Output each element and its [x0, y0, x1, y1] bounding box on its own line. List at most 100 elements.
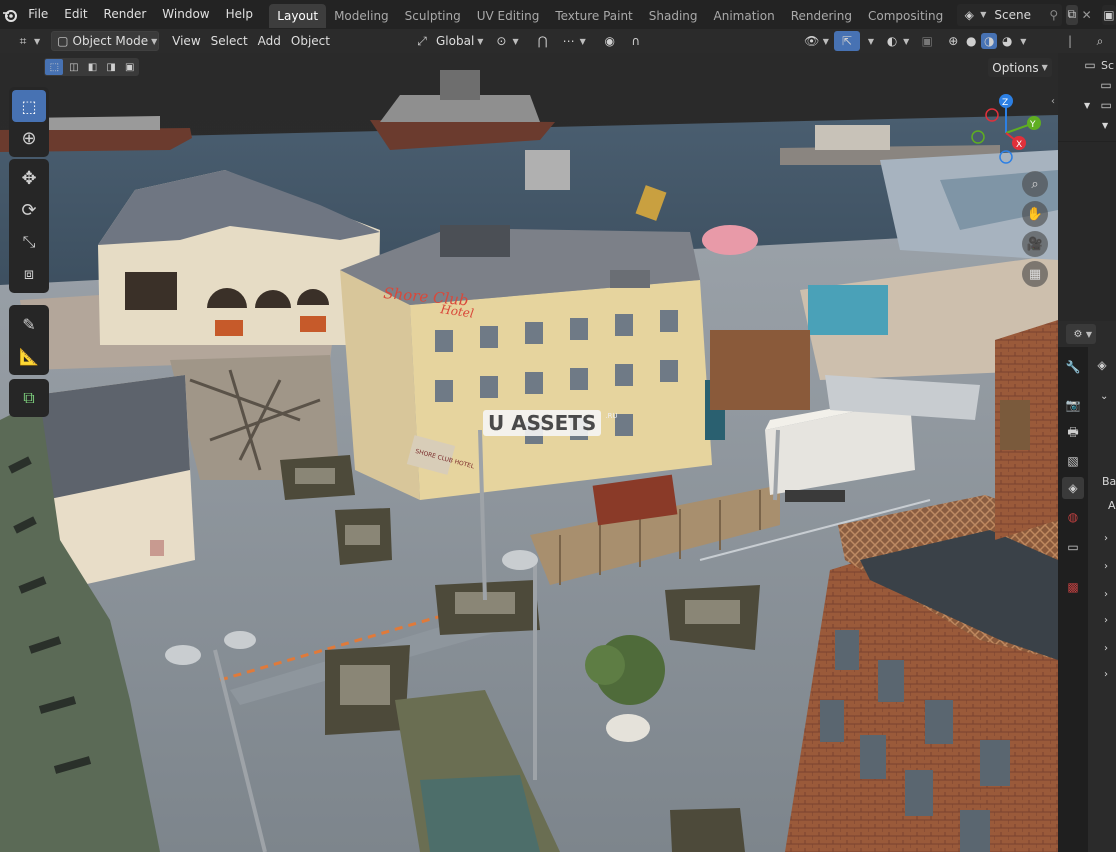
render-tab-icon[interactable]: 📷 — [1065, 397, 1081, 413]
3d-viewport[interactable]: Shore Club Hotel SHORE CLUB HOTEL U ASSE… — [0, 53, 1058, 852]
xray-toggle[interactable]: ▣ — [914, 31, 940, 51]
tab-sculpting[interactable]: Sculpting — [397, 4, 469, 28]
scene-tab-icon[interactable]: ◈ — [1062, 477, 1084, 499]
snap-target-button[interactable]: ⋯ ▼ — [556, 31, 591, 51]
snap-toggle[interactable]: ⋂ — [530, 31, 556, 51]
output-tab-icon[interactable]: 🖶 — [1065, 425, 1081, 441]
select-box-icon: ⬚ — [21, 96, 37, 116]
world-tab-icon[interactable]: ◍ — [1065, 509, 1081, 525]
expand-arrow-icon[interactable]: ▼ — [1084, 101, 1090, 110]
collection-tab-icon[interactable]: ▭ — [1065, 539, 1081, 555]
proportional-edit-toggle[interactable]: ◉ — [597, 31, 623, 51]
search-icon[interactable]: ⌕ — [1092, 33, 1108, 49]
cursor-tool[interactable]: ⊕ — [12, 122, 46, 154]
blender-logo-icon[interactable] — [0, 0, 20, 29]
falloff-button[interactable]: ∩ — [623, 31, 649, 51]
props-text-a: A — [1108, 499, 1116, 512]
pin-icon[interactable]: ⚲ — [1046, 7, 1062, 23]
tool-settings-tab-icon[interactable]: 🔧 — [1065, 359, 1081, 375]
chevron-down-icon: ▼ — [867, 36, 875, 46]
wireframe-shading-icon[interactable]: ⊕ — [945, 33, 961, 49]
outliner-row-scene[interactable]: ▭ Sc — [1082, 57, 1114, 73]
menu-view[interactable]: View — [167, 31, 205, 51]
transform-orientation-selector[interactable]: ⤢ Global ▼ — [409, 31, 488, 51]
options-button[interactable]: Options ▼ — [988, 58, 1052, 77]
sidebar-toggle-icon[interactable]: ‹ — [1045, 93, 1058, 109]
tab-layout[interactable]: Layout — [269, 3, 327, 28]
snap-increment-icon: ⋯ — [562, 34, 575, 48]
select-subtract-icon[interactable]: ◧ — [84, 59, 100, 75]
menu-window[interactable]: Window — [154, 0, 217, 29]
tab-shading[interactable]: Shading — [641, 4, 706, 28]
tab-compositing[interactable]: Compositing — [860, 4, 951, 28]
gizmo-neg-x[interactable] — [985, 108, 999, 122]
zoom-icon[interactable]: ⌕ — [1022, 171, 1048, 197]
select-invert-icon[interactable]: ◨ — [103, 59, 119, 75]
tab-rendering[interactable]: Rendering — [783, 4, 860, 28]
panel-collapse-icon[interactable]: › — [1104, 533, 1108, 544]
visibility-button[interactable]: 👁 ▼ — [799, 31, 834, 51]
rotate-tool[interactable]: ⟳ — [12, 194, 46, 226]
tab-animation[interactable]: Animation — [706, 4, 783, 28]
outliner-filter-icon[interactable]: | — [1062, 33, 1078, 49]
panel-collapse-icon[interactable]: › — [1104, 643, 1108, 654]
gizmo-options[interactable]: ▼ — [860, 31, 879, 51]
outliner-row-3[interactable]: ▼ ▭ — [1084, 97, 1114, 113]
outliner-row-2[interactable]: ▭ — [1098, 77, 1114, 93]
transform-tool[interactable]: ⧈ — [12, 258, 46, 290]
overlay-toggle[interactable]: ◐ ▼ — [879, 31, 914, 51]
view-layer-icon[interactable]: ▣ — [1101, 4, 1116, 25]
measure-tool[interactable]: 📐 — [12, 340, 46, 372]
pivot-point-button[interactable]: ⊙ ▼ — [488, 31, 523, 51]
properties-header: ⚙ ▼ — [1058, 321, 1116, 347]
scene-selector[interactable]: ◈ ▼ Scene ⚲ — [957, 3, 1062, 26]
select-new-icon[interactable]: ⬚ — [45, 59, 64, 75]
panel-expand-icon[interactable]: ⌄ — [1100, 391, 1108, 402]
new-scene-icon[interactable]: ⧉ — [1065, 4, 1078, 25]
chevron-down-icon: ▼ — [512, 36, 519, 46]
editor-type-button[interactable]: ⌗ ▼ — [10, 31, 45, 51]
menu-select[interactable]: Select — [206, 31, 253, 51]
material-shading-icon[interactable]: ◑ — [981, 33, 998, 49]
shading-modes[interactable]: ⊕ ● ◑ ◕ ▼ — [940, 31, 1031, 51]
select-intersect-icon[interactable]: ▣ — [122, 59, 138, 75]
gizmo-neg-z[interactable] — [999, 150, 1013, 164]
panel-collapse-icon[interactable]: › — [1104, 589, 1108, 600]
select-box-tool[interactable]: ⬚ — [12, 90, 46, 122]
panel-collapse-icon[interactable]: › — [1104, 615, 1108, 626]
add-cube-tool[interactable]: ⧉ — [12, 382, 46, 414]
outliner-row-4[interactable]: ▼ — [1102, 117, 1108, 131]
tab-texture-paint[interactable]: Texture Paint — [547, 4, 640, 28]
perspective-grid-icon[interactable]: ▦ — [1022, 261, 1048, 287]
chevron-down-icon: ▼ — [903, 36, 910, 46]
select-extend-icon[interactable]: ◫ — [66, 59, 82, 75]
menu-render[interactable]: Render — [96, 0, 155, 29]
menu-object[interactable]: Object — [286, 31, 335, 51]
view-layer-tab-icon[interactable]: ▧ — [1065, 453, 1081, 469]
gizmo-toggle[interactable]: ⇱ — [833, 31, 860, 51]
panel-collapse-icon[interactable]: › — [1104, 561, 1108, 572]
menu-file[interactable]: File — [20, 0, 56, 29]
panel-collapse-icon[interactable]: › — [1104, 669, 1108, 680]
rendered-shading-icon[interactable]: ◕ — [999, 33, 1015, 49]
move-tool[interactable]: ✥ — [12, 162, 46, 194]
navigation-gizmo[interactable]: Z Y X — [970, 91, 1050, 171]
scene-name[interactable]: Scene — [994, 8, 1045, 22]
menu-edit[interactable]: Edit — [56, 0, 95, 29]
gizmo-neg-y[interactable] — [971, 130, 985, 144]
tab-modeling[interactable]: Modeling — [326, 4, 397, 28]
pan-hand-icon[interactable]: ✋ — [1022, 201, 1048, 227]
tab-uv-editing[interactable]: UV Editing — [469, 4, 548, 28]
menu-add[interactable]: Add — [253, 31, 286, 51]
close-icon[interactable]: ✕ — [1082, 7, 1092, 23]
annotate-tool[interactable]: ✎ — [12, 308, 46, 340]
mode-selector[interactable]: ▢ Object Mode ▼ — [51, 31, 160, 51]
menu-help[interactable]: Help — [218, 0, 261, 29]
properties-editor-button[interactable]: ⚙ ▼ — [1066, 324, 1096, 344]
texture-tab-icon[interactable]: ▩ — [1065, 579, 1081, 595]
outliner: ▭ Sc ▭ ▼ ▭ ▼ — [1058, 53, 1116, 345]
expand-arrow-icon[interactable]: ▼ — [1102, 121, 1108, 130]
solid-shading-icon[interactable]: ● — [963, 33, 979, 49]
scale-tool[interactable]: ⤡ — [12, 226, 46, 258]
camera-view-icon[interactable]: 🎥 — [1022, 231, 1048, 257]
